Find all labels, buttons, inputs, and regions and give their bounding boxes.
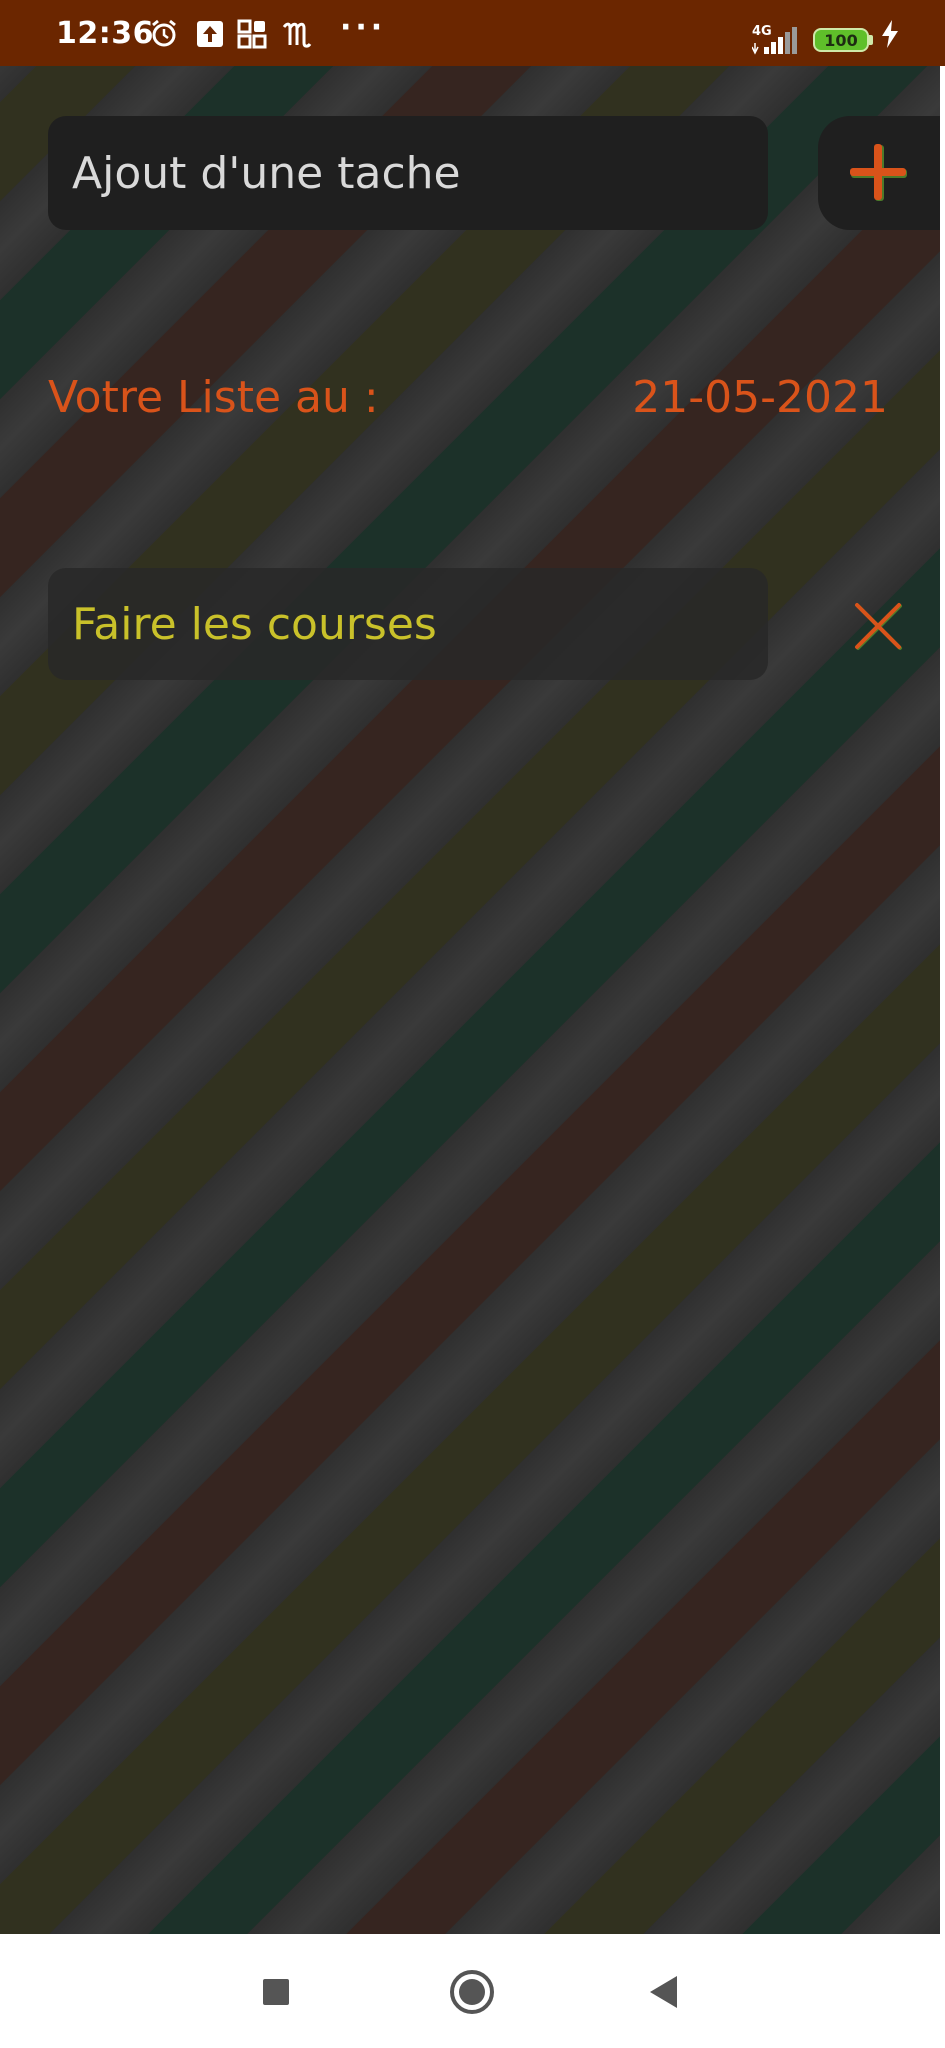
- app-content: Votre Liste au : 21-05-2021 Faire les co…: [0, 66, 940, 1934]
- list-date: 21-05-2021: [632, 372, 888, 423]
- lemonde-icon: [280, 18, 314, 50]
- status-time: 12:36: [56, 16, 154, 51]
- status-bar: 12:36 ··· 4G 100: [0, 0, 945, 66]
- alarm-icon: [148, 18, 180, 50]
- screen-edge: [940, 66, 945, 1934]
- navigation-bar: [0, 1934, 945, 2048]
- list-label: Votre Liste au :: [48, 372, 379, 423]
- square-icon: [263, 1979, 289, 2005]
- task-item[interactable]: Faire les courses: [48, 568, 768, 680]
- grid-app-icon: [236, 18, 268, 50]
- battery-tip: [869, 35, 873, 45]
- home-button[interactable]: [444, 1964, 500, 2020]
- signal-icon: [752, 24, 802, 56]
- more-dots-icon: ···: [340, 10, 387, 45]
- recents-button[interactable]: [248, 1964, 304, 2020]
- close-icon: [855, 603, 902, 650]
- back-button[interactable]: [636, 1964, 692, 2020]
- battery-icon: 100: [813, 28, 869, 52]
- delete-task-button[interactable]: [848, 598, 908, 654]
- plus-icon: [850, 144, 907, 201]
- phone-screen: 12:36 ··· 4G 100 Ajout d'une tache Votre…: [0, 0, 945, 2048]
- home-circle-icon: [450, 1970, 494, 2014]
- upload-icon: [194, 18, 226, 50]
- task-text: Faire les courses: [72, 598, 437, 650]
- battery-level: 100: [824, 30, 858, 50]
- back-triangle-icon: [650, 1976, 677, 2008]
- charging-icon: [878, 18, 902, 50]
- task-input[interactable]: [48, 116, 768, 230]
- add-task-button[interactable]: [818, 116, 940, 230]
